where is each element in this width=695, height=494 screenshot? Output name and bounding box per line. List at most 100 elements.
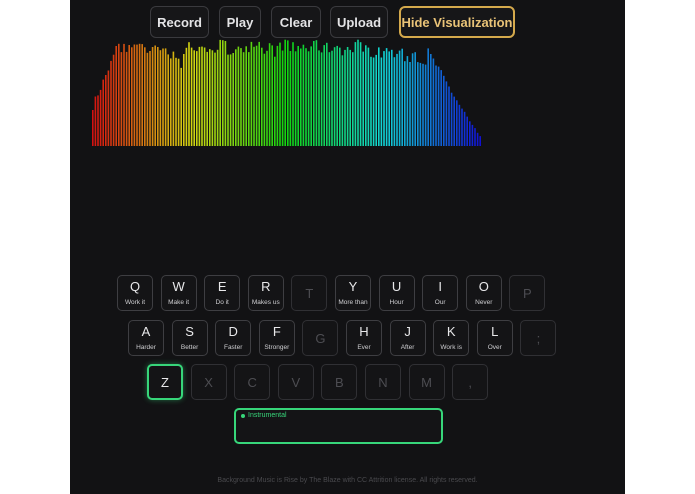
key-s[interactable]: S Better xyxy=(171,320,208,356)
key-w[interactable]: W Make it xyxy=(160,275,197,311)
key-letter: ; xyxy=(536,331,541,346)
key-c[interactable]: C xyxy=(234,364,271,400)
key-letter: N xyxy=(378,375,388,390)
visualizer-bar xyxy=(102,79,104,146)
visualizer-bar xyxy=(432,58,435,146)
key-comma[interactable]: , xyxy=(452,364,489,400)
visualizer-bar xyxy=(367,47,370,146)
visualizer-bar xyxy=(146,52,149,146)
key-word: Harder xyxy=(136,344,156,351)
key-i[interactable]: I Our xyxy=(422,275,459,311)
visualizer-bar xyxy=(411,53,414,146)
key-p[interactable]: P xyxy=(509,275,546,311)
visualizer-bar xyxy=(375,54,377,146)
visualizer-bar xyxy=(344,49,346,146)
visualizer-bar xyxy=(414,52,416,147)
visualizer-bar xyxy=(232,53,234,146)
instrument-indicator-icon xyxy=(241,414,245,418)
visualizer-bar xyxy=(466,116,468,146)
visualizer-bar xyxy=(346,47,349,146)
key-j[interactable]: J After xyxy=(389,320,426,356)
visualizer-bar xyxy=(401,48,403,147)
clear-button[interactable]: Clear xyxy=(271,6,321,38)
key-x[interactable]: X xyxy=(190,364,227,400)
visualizer-bar xyxy=(284,39,286,147)
instrument-selector[interactable]: Instrumental xyxy=(234,408,443,444)
key-y[interactable]: Y More than xyxy=(335,275,371,311)
key-m[interactable]: M xyxy=(408,364,445,400)
key-d[interactable]: D Faster xyxy=(215,320,252,356)
visualizer-bar xyxy=(354,42,357,146)
record-button[interactable]: Record xyxy=(150,6,209,38)
key-t[interactable]: T xyxy=(291,275,328,311)
visualizer-bar xyxy=(461,108,463,146)
play-button[interactable]: Play xyxy=(219,6,261,38)
key-word: Better xyxy=(180,344,199,351)
visualizer-bar xyxy=(261,47,263,147)
key-q[interactable]: Q Work it xyxy=(117,275,153,311)
key-z[interactable]: Z xyxy=(147,364,183,400)
key-v[interactable]: V xyxy=(277,364,314,400)
visualizer-bar xyxy=(133,44,136,146)
key-word: Work it xyxy=(124,299,146,306)
visualizer-bar xyxy=(333,47,336,147)
visualizer-bar xyxy=(396,53,398,146)
key-g[interactable]: G xyxy=(302,320,339,356)
visualizer-bar xyxy=(141,44,143,146)
key-h[interactable]: H Ever xyxy=(346,320,382,356)
key-u[interactable]: U Hour xyxy=(378,275,415,311)
key-b[interactable]: B xyxy=(321,364,358,400)
key-f[interactable]: F Stronger xyxy=(258,320,295,356)
key-word: Work is xyxy=(440,344,462,351)
visualizer-bar xyxy=(107,70,110,146)
key-letter: T xyxy=(305,286,314,301)
key-letter: Y xyxy=(348,279,358,294)
upload-button[interactable]: Upload xyxy=(330,6,388,38)
visualizer-bar xyxy=(359,42,362,147)
key-semicolon[interactable]: ; xyxy=(520,320,557,356)
key-k[interactable]: K Work is xyxy=(433,320,470,356)
visualizer-bar xyxy=(456,100,458,146)
visualizer-bar xyxy=(393,57,396,147)
key-word: Make it xyxy=(168,299,190,306)
visualizer-bar xyxy=(110,60,112,146)
key-l[interactable]: L Over xyxy=(476,320,513,356)
visualizer-bar xyxy=(453,96,455,146)
key-o[interactable]: O Never xyxy=(465,275,502,311)
visualizer-bar xyxy=(99,89,102,146)
visualizer-bar xyxy=(326,42,328,146)
visualizer-bar xyxy=(388,51,390,146)
key-word: Over xyxy=(487,344,502,351)
key-word: Ever xyxy=(357,344,371,351)
visualizer-bar xyxy=(255,45,258,147)
visualizer-bar xyxy=(92,110,94,146)
visualizer-bar xyxy=(313,41,315,146)
visualizer-bar xyxy=(151,47,154,146)
key-n[interactable]: N xyxy=(365,364,401,400)
key-letter: M xyxy=(421,375,433,390)
key-word: Our xyxy=(434,299,446,306)
key-a[interactable]: A Harder xyxy=(128,320,164,356)
hide-visualization-button[interactable]: Hide Visualization xyxy=(399,6,515,38)
visualizer-bar xyxy=(245,46,247,146)
visualizer-bar xyxy=(159,50,162,147)
visualizer-bar xyxy=(276,45,279,146)
visualizer-bar xyxy=(422,63,424,146)
visualizer-bar xyxy=(281,50,284,146)
visualizer-bar xyxy=(138,43,141,146)
visualizer-bar xyxy=(144,47,146,146)
visualizer-bar xyxy=(250,41,253,146)
visualizer-bar xyxy=(157,47,159,146)
visualizer-bar xyxy=(224,41,227,146)
visualizer-bar xyxy=(188,42,190,147)
visualizer-bar xyxy=(227,54,229,146)
key-letter: F xyxy=(272,324,281,339)
key-r[interactable]: R Makes us xyxy=(247,275,284,311)
key-e[interactable]: E Do it xyxy=(204,275,241,311)
visualizer-bar xyxy=(365,45,367,146)
key-letter: K xyxy=(446,324,456,339)
visualizer-bar xyxy=(125,51,128,146)
visualizer-bar xyxy=(479,136,481,146)
visualizer-bar xyxy=(476,132,479,146)
visualizer-bar xyxy=(164,48,167,146)
